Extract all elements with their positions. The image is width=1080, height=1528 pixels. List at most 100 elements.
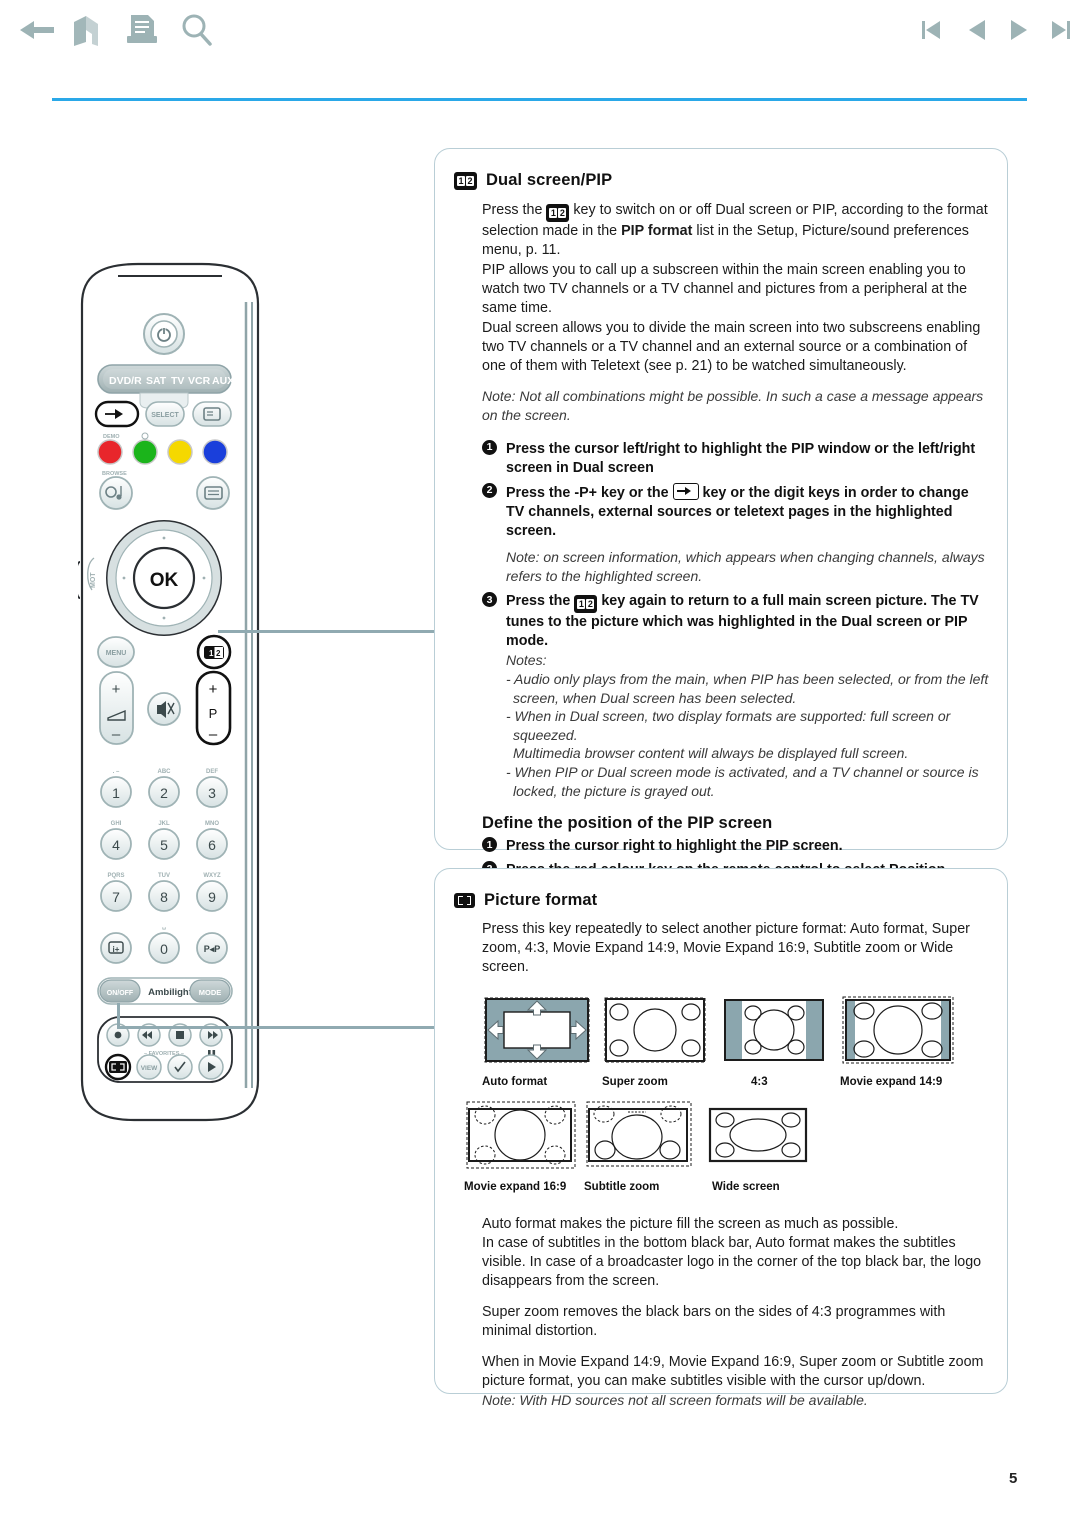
step-text: Press the -P+ key or the key or the digi…: [506, 483, 990, 541]
svg-text:0: 0: [160, 941, 168, 957]
format-figure-super-zoom: Super zoom: [602, 995, 721, 1088]
dual-screen-heading: Dual screen/PIP: [486, 171, 613, 189]
search-icon[interactable]: [174, 8, 220, 57]
format-figure-movie-expand-16-9: Movie expand 16:9: [464, 1100, 584, 1193]
svg-text:TUV: TUV: [158, 873, 170, 879]
picture-format-heading-row: Picture format: [454, 891, 990, 910]
dual-screen-note-b1: - Audio only plays from the main, when P…: [506, 671, 989, 706]
dual-screen-key-icon-inline-2: 12: [574, 595, 598, 614]
picture-format-heading: Picture format: [484, 891, 598, 909]
remote-demo-label: DEMO: [103, 434, 120, 440]
format-caption: Movie expand 14:9: [840, 1076, 943, 1088]
dual-screen-note-1: Note: Not all combinations might be poss…: [482, 388, 984, 423]
svg-text:DEF: DEF: [206, 769, 218, 775]
picture-format-para-3: When in Movie Expand 14:9, Movie Expand …: [482, 1354, 984, 1389]
picture-format-para-2: Super zoom removes the black bars on the…: [482, 1304, 946, 1339]
step2-c: key or the: [601, 485, 669, 502]
svg-text:GHI: GHI: [111, 821, 122, 827]
dual-screen-note-b3: Multimedia browser content will always b…: [513, 745, 909, 762]
dual-screen-note-b4: - When PIP or Dual screen mode is activa…: [506, 764, 979, 799]
top-toolbar: [0, 0, 1080, 60]
document-print-icon[interactable]: [118, 8, 164, 57]
svg-text:␣: ␣: [162, 924, 166, 930]
svg-text:2: 2: [160, 785, 168, 801]
dual-screen-intro-1: Press the 12 key to switch on or off Dua…: [482, 201, 990, 260]
picture-format-key-icon: [454, 893, 475, 908]
svg-text:+: +: [209, 681, 218, 698]
dual-screen-key-icon-inline: 12: [546, 204, 570, 222]
callout-dual-screen: [218, 630, 444, 633]
format-caption: 4:3: [751, 1076, 768, 1088]
format-figure-4-3: 4:3: [721, 995, 840, 1088]
dual-screen-step-2: 2 Press the -P+ key or the key or the di…: [482, 483, 990, 541]
svg-text:ABC: ABC: [158, 769, 172, 775]
format-caption: Subtitle zoom: [584, 1181, 660, 1193]
svg-text:1: 1: [112, 785, 120, 801]
format-caption: Wide screen: [712, 1181, 780, 1193]
dual-screen-intro-2: PIP allows you to call up a subscreen wi…: [482, 262, 968, 316]
back-arrow-icon[interactable]: [14, 8, 60, 57]
picture-format-para-3-note: Note: With HD sources not all screen for…: [482, 1392, 868, 1408]
svg-text:1: 1: [209, 649, 214, 658]
svg-text:8: 8: [160, 889, 168, 905]
step-number: 2: [482, 483, 497, 499]
remote-control-illustration: DVD/R SAT TV VCR AUX SELECT DEMO BROWSE …: [74, 262, 263, 1124]
last-page-icon[interactable]: [1046, 8, 1076, 57]
dual-screen-heading-row: 12 Dual screen/PIP: [454, 171, 990, 190]
source-key-icon: [672, 483, 699, 501]
format-figure-auto-format: Auto format: [482, 995, 602, 1088]
format-figure-wide-screen: Wide screen: [702, 1100, 822, 1193]
intro-a: Press the: [482, 202, 543, 218]
picture-format-intro: Press this key repeatedly to select anot…: [482, 921, 970, 975]
p-plus-key-label: -P+: [574, 485, 598, 502]
svg-text:7: 7: [112, 889, 120, 905]
step-text: Press the cursor right to highlight the …: [506, 838, 843, 855]
dual-screen-panel: 12 Dual screen/PIP Press the 12 key to s…: [434, 148, 1008, 959]
remote-ambilight-mode: MODE: [199, 988, 222, 997]
svg-text:6: 6: [208, 837, 216, 853]
step-number: 3: [482, 592, 497, 608]
remote-ok-label: OK: [150, 570, 179, 591]
pip-position-heading: Define the position of the PIP screen: [482, 814, 773, 833]
pip-format-bold: PIP format: [621, 223, 693, 239]
picture-format-para-1: Auto format makes the picture fill the s…: [482, 1216, 982, 1289]
remote-mode-dvdr: DVD/R: [109, 375, 142, 387]
svg-text:. –: . –: [113, 769, 120, 775]
format-caption: Auto format: [482, 1076, 548, 1088]
dual-screen-note-b2: - When in Dual screen, two display forma…: [506, 708, 951, 743]
remote-mot-label: MOT: [90, 572, 97, 588]
step-text: Press the cursor left/right to highlight…: [506, 441, 976, 477]
svg-text:P◂P: P◂P: [204, 944, 221, 954]
svg-text:PQRS: PQRS: [107, 873, 124, 879]
svg-text:5: 5: [160, 837, 168, 853]
step3-a: Press the: [506, 593, 571, 610]
dual-screen-step-1: 1 Press the cursor left/right to highlig…: [482, 440, 990, 478]
remote-program-label: P: [209, 706, 218, 721]
step-text: Press the 12 key again to return to a fu…: [506, 592, 990, 651]
svg-text:3: 3: [208, 785, 216, 801]
svg-text:MNO: MNO: [205, 821, 219, 827]
step2-a: Press the: [506, 485, 571, 502]
remote-select-label: SELECT: [151, 412, 179, 419]
dual-screen-intro-3: Dual screen allows you to divide the mai…: [482, 320, 981, 374]
remote-view-label: VIEW: [141, 1065, 158, 1072]
remote-mode-vcr: VCR: [188, 375, 211, 387]
header-divider: [52, 98, 1027, 101]
home-icon[interactable]: [64, 8, 110, 57]
remote-browse-label: BROWSE: [102, 471, 127, 477]
svg-text:2: 2: [216, 649, 221, 658]
remote-ambilight-label: Ambilight: [148, 987, 193, 998]
first-page-icon[interactable]: [916, 8, 946, 57]
format-caption: Super zoom: [602, 1076, 668, 1088]
page-number: 5: [1009, 1470, 1018, 1487]
svg-text:–: –: [209, 726, 218, 743]
callout-picture-format-h: [117, 1026, 444, 1029]
svg-text:4: 4: [112, 837, 120, 853]
next-page-icon[interactable]: [1004, 8, 1034, 57]
format-figure-subtitle-zoom: Subtitle zoom: [584, 1100, 702, 1193]
remote-ambilight-onoff: ON/OFF: [107, 990, 134, 997]
pip-step-1: 1 Press the cursor right to highlight th…: [482, 837, 990, 856]
previous-page-icon[interactable]: [962, 8, 992, 57]
format-caption: Movie expand 16:9: [464, 1181, 567, 1193]
svg-text:9: 9: [208, 889, 216, 905]
